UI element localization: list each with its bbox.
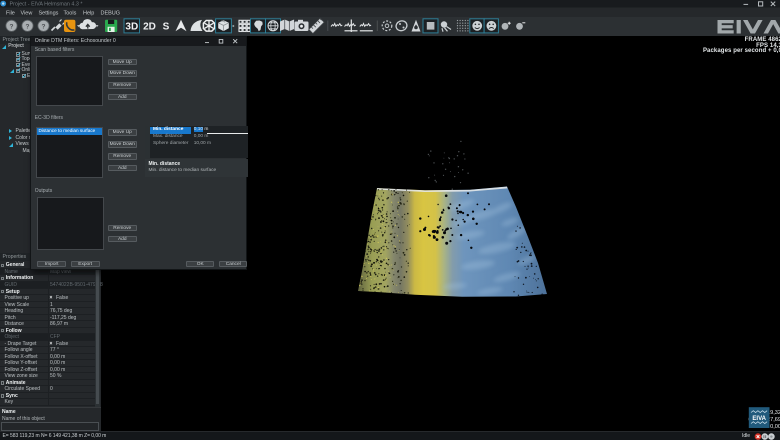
svg-text:View: View: [21, 10, 33, 16]
svg-text:?: ?: [26, 23, 30, 30]
svg-text:Project - EIVA Helmsman 4.3 *: Project - EIVA Helmsman 4.3 *: [10, 2, 84, 8]
svg-text:?: ?: [10, 23, 14, 30]
svg-text:Settings: Settings: [39, 10, 59, 16]
svg-text:S: S: [163, 22, 170, 33]
svg-text:DEBUG: DEBUG: [101, 10, 121, 16]
svg-text:File: File: [6, 10, 15, 16]
svg-text:?: ?: [42, 23, 46, 30]
svg-text:3D: 3D: [125, 22, 138, 33]
svg-text:Help: Help: [83, 10, 94, 16]
svg-text:Tools: Tools: [64, 10, 77, 16]
svg-text:2D: 2D: [143, 22, 156, 33]
svg-text:EIVA: EIVA: [752, 416, 766, 422]
